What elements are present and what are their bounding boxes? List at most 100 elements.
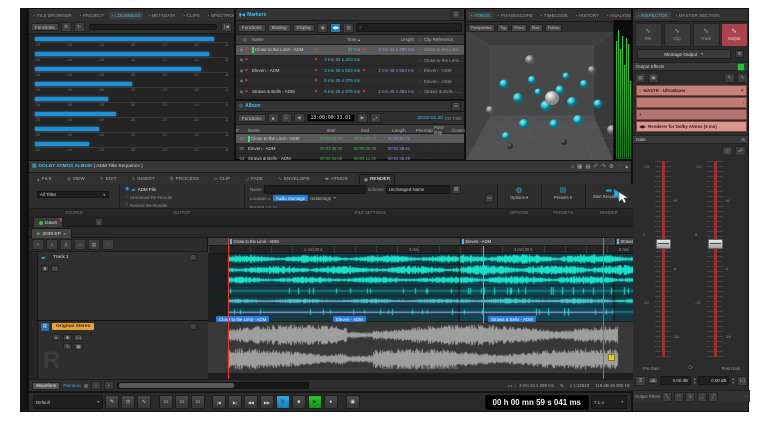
- clip-header-label[interactable]: Straws & Bells - ADM: [617, 239, 633, 244]
- ribbon-tab-file[interactable]: ●FILE: [33, 175, 56, 183]
- effect-slot-1[interactable]: ≡MASTR - UltraMaxer✕: [636, 85, 747, 96]
- view-top-button[interactable]: Top: [497, 24, 509, 32]
- transport-go-to-start-button[interactable]: |◀: [212, 395, 226, 409]
- output-filter-icon[interactable]: ◡: [697, 392, 707, 402]
- lock-checkbox[interactable]: □: [416, 58, 424, 63]
- audio-object-sphere[interactable]: [500, 80, 509, 89]
- gear-icon[interactable]: ⚙: [609, 164, 614, 170]
- tab-file-browser[interactable]: ▪FILE BROWSER: [31, 12, 75, 19]
- ribbon-tab-clip[interactable]: ▱CLIP: [210, 175, 234, 184]
- atmos-room-view[interactable]: [466, 32, 613, 160]
- ribbon-tab-fade[interactable]: ◿FADE: [241, 175, 267, 184]
- transport-loop-button[interactable]: ↻: [276, 395, 290, 409]
- view-follow-button[interactable]: Follow: [545, 24, 563, 32]
- col-name[interactable]: Name: [252, 37, 314, 42]
- tab-project[interactable]: ▪PROJECT: [77, 12, 107, 19]
- gear-icon[interactable]: ⚙: [61, 22, 72, 32]
- vertical-zoom-icon[interactable]: ⇕: [60, 239, 72, 250]
- marker-row[interactable]: ◉⚑⚑3 mn 34 s 323 ms□Close to the Limit -…: [236, 56, 464, 67]
- montage-clip-area[interactable]: Close to the Limit - ADMEleven - ADMStra…: [208, 238, 633, 379]
- undo-icon[interactable]: ↶: [594, 164, 599, 170]
- lock-checkbox[interactable]: □: [416, 68, 424, 73]
- transport-preset-select[interactable]: Default ▼: [33, 395, 103, 409]
- output-option-adm-file[interactable]: ◉◂▸ADM File: [125, 185, 173, 193]
- track-drag-handle[interactable]: ⋮: [29, 252, 38, 321]
- mute-button[interactable]: ■: [41, 265, 49, 272]
- bypass-icon[interactable]: ◫: [722, 146, 733, 156]
- post-gain-value[interactable]: 0.00 dB: [698, 376, 729, 385]
- col-time[interactable]: Time ▴: [314, 37, 362, 43]
- mute-button[interactable]: ■: [63, 334, 72, 341]
- ribbon-tab-process[interactable]: ⚙PROCESS: [166, 175, 203, 184]
- album-check-icon[interactable]: ■: [268, 113, 279, 123]
- more-icon[interactable]: ⋯: [744, 394, 749, 400]
- tab-metadata[interactable]: ▪METADATA: [145, 12, 178, 19]
- audio-object-sphere[interactable]: [519, 119, 529, 129]
- marker-row[interactable]: ◉⚑Straws & Bells - ADM⚑6 mn 26 s 875 ms⚑…: [236, 87, 464, 98]
- expand-icon[interactable]: ⊞: [741, 137, 745, 143]
- tab-clips[interactable]: ▪CLIPS: [180, 12, 202, 19]
- tab-inspector[interactable]: ▪INSPECTOR: [635, 12, 671, 19]
- view-side-button[interactable]: Side: [529, 24, 543, 32]
- marker-pair-icon[interactable]: ◀▶: [330, 23, 341, 33]
- album-timecode[interactable]: 13:00:00:33.01: [307, 114, 355, 122]
- ribbon-tab-view[interactable]: ◎VIEW: [63, 175, 89, 184]
- tab-atmos[interactable]: ▪ATMOS: [468, 12, 493, 19]
- transport-monitor-button[interactable]: ▣: [346, 395, 360, 409]
- location-path[interactable]: renderings: [310, 196, 331, 201]
- pre-gap[interactable]: ·: [416, 146, 434, 151]
- col-length[interactable]: Length: [382, 128, 416, 133]
- audio-object-sphere[interactable]: [567, 97, 577, 107]
- transport-edit-cursor-button[interactable]: ✎: [105, 395, 119, 409]
- edit-cursor-line[interactable]: [228, 238, 229, 379]
- atmos-renderer-slot[interactable]: ◀▶Renderer for Dolby Atmos (5 ms): [636, 121, 747, 132]
- source-select[interactable]: All Titles ▼: [37, 191, 109, 198]
- zoom-out-icon[interactable]: −: [91, 381, 101, 390]
- track-menu-icon[interactable]: ⋮: [189, 254, 197, 261]
- transport-rewind-button[interactable]: ◀◀: [244, 395, 258, 409]
- audio-object-sphere[interactable]: [594, 100, 603, 109]
- track2-name[interactable]: Original Stereo: [52, 323, 94, 330]
- left-dock-rail[interactable]: [20, 8, 28, 412]
- gear-icon[interactable]: ⚙: [735, 50, 744, 58]
- folder-icon[interactable]: ▤: [88, 239, 100, 250]
- album-track-row[interactable]: 01Close to the Limit - ADM00:00:00.0000:…: [236, 134, 464, 144]
- post-gap[interactable]: ·: [434, 146, 452, 151]
- transport-record-button[interactable]: ●: [324, 395, 338, 409]
- audio-object-sphere[interactable]: [573, 115, 583, 125]
- ribbon-tab-envelope[interactable]: ∿ENVELOPE: [274, 175, 314, 184]
- new-tab-button[interactable]: +: [95, 218, 103, 226]
- skip-start-icon[interactable]: |◀: [221, 22, 232, 32]
- tab-phasescope[interactable]: ▪PHASESCOPE: [495, 12, 536, 19]
- save-icon[interactable]: ▤: [585, 164, 590, 170]
- tab-rainbow[interactable]: Rainbow: [63, 383, 81, 388]
- lock-checkbox[interactable]: □: [416, 79, 424, 84]
- track1-name[interactable]: Track 1: [53, 255, 69, 260]
- kebab-menu-icon[interactable]: ⋮: [102, 239, 114, 250]
- transport-marker-b-button[interactable]: ▭: [175, 395, 189, 409]
- view-perspective-button[interactable]: Perspective: [468, 24, 495, 32]
- marker-line[interactable]: [603, 238, 604, 379]
- horizontal-zoom-icon[interactable]: ⇔: [74, 239, 86, 250]
- audio-object-sphere[interactable]: [502, 132, 510, 140]
- loudness-zoom-slider[interactable]: [89, 24, 217, 30]
- next-track-icon[interactable]: ▶: [357, 113, 368, 123]
- add-plugin-icon[interactable]: +: [639, 112, 642, 117]
- audio-object-sphere[interactable]: [550, 120, 559, 129]
- adm-track-waveforms[interactable]: [208, 254, 633, 321]
- ribbon-tab-atmos[interactable]: ◂▸ATMOS: [321, 175, 352, 184]
- marker-row[interactable]: ◉⚑Eleven - ADM⚑3 mn 36 s 523 ms⚑2 mn 48 …: [236, 66, 464, 77]
- view-dot-icon[interactable]: [84, 384, 88, 388]
- stepper-icon[interactable]: ▲▼: [731, 377, 735, 385]
- track-menu-icon[interactable]: ⋮: [189, 323, 197, 330]
- montage-output-select[interactable]: Montage Output ▼: [637, 49, 731, 59]
- tab-waveform[interactable]: Waveform: [32, 382, 60, 390]
- source-clip-button[interactable]: ∿Clip: [664, 23, 691, 47]
- scrollbar-thumb[interactable]: [119, 383, 234, 388]
- render-options-button[interactable]: ⚙ Options ▾: [497, 186, 541, 201]
- warning-marker-icon[interactable]: !: [608, 354, 615, 361]
- source-file-button[interactable]: ∿File: [635, 23, 662, 47]
- tab-history[interactable]: ▪HISTORY: [573, 12, 602, 19]
- horizontal-scrollbar[interactable]: [117, 382, 309, 389]
- col-postgap[interactable]: Post-Gap: [434, 125, 452, 135]
